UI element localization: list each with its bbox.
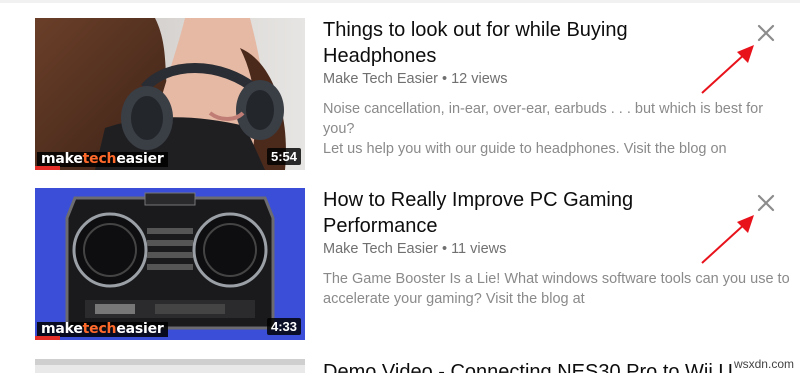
- video-meta: Make Tech Easier • 11 views: [323, 241, 506, 257]
- logo-part-tech: tech: [82, 321, 117, 337]
- logo-part-easier: easier: [116, 151, 164, 167]
- video-duration: 4:33: [266, 318, 301, 335]
- video-thumbnail[interactable]: [35, 359, 305, 373]
- video-duration: 5:54: [266, 148, 301, 165]
- description-line1: The Game Booster Is a Lie! What windows …: [323, 271, 790, 287]
- description-line1: Noise cancellation, in-ear, over-ear, ea…: [323, 101, 764, 137]
- annotation-arrow: [701, 215, 754, 264]
- headphones-thumbnail-image: [35, 18, 305, 170]
- description-line2: Let us help you with our guide to headph…: [323, 141, 727, 157]
- nes30-thumbnail-image: [35, 359, 305, 373]
- view-count: 12 views: [451, 71, 508, 87]
- video-item[interactable]: maketecheasier 5:54 Things to look out f…: [0, 12, 800, 172]
- view-count: 11 views: [451, 241, 507, 257]
- watch-progress-bar: [35, 336, 60, 340]
- meta-separator: •: [441, 71, 448, 87]
- logo-part-easier: easier: [116, 321, 164, 337]
- video-description: Noise cancellation, in-ear, over-ear, ea…: [323, 99, 793, 159]
- video-title-line1: Things to look out for while Buying: [323, 19, 628, 41]
- video-title-line2: Headphones: [323, 45, 437, 67]
- description-line2: accelerate your gaming? Visit the blog a…: [323, 291, 585, 307]
- video-meta: Make Tech Easier • 12 views: [323, 71, 507, 87]
- channel-name[interactable]: Make Tech Easier: [323, 241, 438, 257]
- video-item[interactable]: maketecheasier 4:33 How to Really Improv…: [0, 182, 800, 342]
- logo-part-make: make: [41, 321, 83, 337]
- video-title-line1: How to Really Improve PC Gaming: [323, 189, 634, 211]
- video-description: The Game Booster Is a Lie! What windows …: [323, 269, 793, 309]
- meta-separator: •: [441, 241, 448, 257]
- video-title[interactable]: How to Really Improve PC Gaming Performa…: [323, 187, 743, 239]
- video-thumbnail[interactable]: maketecheasier 5:54: [35, 18, 305, 170]
- pc-gaming-thumbnail-image: [35, 188, 305, 340]
- video-thumbnail[interactable]: maketecheasier 4:33: [35, 188, 305, 340]
- site-watermark: wsxdn.com: [733, 357, 794, 371]
- video-title[interactable]: Demo Video - Connecting NES30 Pro to Wii…: [323, 359, 743, 373]
- annotation-arrow: [701, 45, 754, 94]
- video-title[interactable]: Things to look out for while Buying Head…: [323, 17, 743, 69]
- video-item[interactable]: Demo Video - Connecting NES30 Pro to Wii…: [0, 352, 800, 373]
- channel-watermark-logo: maketecheasier: [37, 322, 168, 337]
- channel-name[interactable]: Make Tech Easier: [323, 71, 438, 87]
- channel-watermark-logo: maketecheasier: [37, 152, 168, 167]
- top-divider: [0, 0, 800, 3]
- video-title-line2: Performance: [323, 215, 438, 237]
- watch-progress-bar: [35, 166, 60, 170]
- logo-part-make: make: [41, 151, 83, 167]
- logo-part-tech: tech: [82, 151, 117, 167]
- video-title-line1: Demo Video - Connecting NES30 Pro to Wii…: [323, 361, 733, 373]
